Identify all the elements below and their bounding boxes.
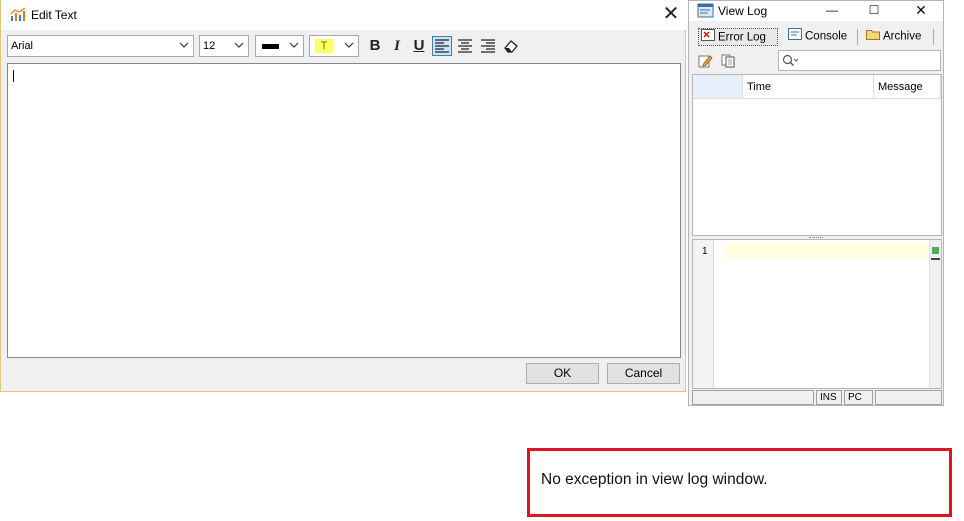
font-family-select[interactable]: Arial [7, 35, 194, 57]
tab-divider [857, 29, 858, 45]
annotation-callout: No exception in view log window. [527, 448, 952, 517]
align-center-button[interactable] [455, 36, 475, 56]
folder-icon [866, 28, 880, 45]
text-caret [13, 70, 14, 82]
chevron-down-icon [344, 42, 354, 48]
align-right-button[interactable] [478, 36, 498, 56]
status-ins: INS [816, 390, 842, 405]
status-extra-cell [875, 390, 942, 405]
maximize-icon[interactable]: ☐ [860, 1, 888, 19]
font-family-value: Arial [11, 40, 34, 52]
tab-console-label: Console [805, 30, 848, 43]
minimize-icon[interactable]: — [818, 1, 846, 19]
current-line-highlight [726, 243, 928, 258]
eraser-icon [503, 40, 518, 53]
align-center-icon [458, 39, 472, 53]
vertical-scrollbar[interactable] [929, 240, 941, 388]
tab-error-log-label: Error Log [718, 31, 766, 44]
column-header-message[interactable]: Message [874, 75, 941, 99]
view-log-title: View Log [718, 4, 768, 18]
text-color-select[interactable] [255, 35, 304, 57]
column-header-icon[interactable] [693, 75, 743, 99]
status-ok-indicator [932, 247, 939, 254]
line-number-gutter: 1 [693, 240, 714, 388]
console-icon [788, 28, 802, 45]
log-window-icon [697, 3, 714, 21]
log-detail-editor[interactable]: 1 [692, 239, 942, 389]
font-size-value: 12 [203, 40, 216, 52]
tab-archive[interactable]: Archive [866, 28, 928, 46]
chevron-down-icon [289, 42, 299, 48]
tab-divider [933, 29, 934, 45]
align-left-button[interactable] [432, 36, 452, 56]
search-icon [782, 54, 799, 70]
underline-button[interactable]: U [409, 36, 429, 56]
ok-button[interactable]: OK [526, 363, 599, 384]
bold-button[interactable]: B [365, 36, 385, 56]
column-header-time[interactable]: Time [743, 75, 874, 99]
highlight-swatch: T [315, 39, 333, 53]
edit-text-dialog: Edit Text ✕ Arial 12 T B I U OK Cancel [0, 0, 687, 392]
chevron-down-icon [234, 42, 244, 48]
chart-app-icon [10, 7, 27, 22]
chevron-down-icon [179, 42, 189, 48]
status-message-cell [692, 390, 814, 405]
status-pc: PC [844, 390, 873, 405]
line-number: 1 [702, 246, 708, 257]
copy-icon[interactable] [721, 54, 736, 71]
cancel-button[interactable]: Cancel [607, 363, 680, 384]
close-icon[interactable]: ✕ [907, 1, 935, 19]
align-right-icon [481, 39, 495, 53]
error-log-table[interactable]: Time Message [692, 74, 942, 236]
text-editor-area[interactable] [7, 63, 681, 358]
view-log-window: View Log — ☐ ✕ Error Log Console Archive… [688, 0, 944, 406]
align-left-icon [435, 39, 449, 53]
close-icon[interactable]: ✕ [659, 3, 683, 27]
edit-text-titlebar[interactable]: Edit Text ✕ [1, 0, 687, 30]
view-log-titlebar[interactable]: View Log — ☐ ✕ [689, 1, 943, 21]
tab-console[interactable]: Console [788, 28, 854, 46]
edit-note-icon[interactable] [698, 54, 713, 71]
caret-position-marker [931, 258, 940, 260]
highlight-color-select[interactable]: T [309, 35, 359, 57]
error-log-icon [701, 29, 715, 46]
clear-format-button[interactable] [500, 36, 520, 56]
tab-error-log[interactable]: Error Log [698, 28, 778, 46]
italic-button[interactable]: I [387, 36, 407, 56]
log-search-input[interactable] [778, 50, 941, 71]
font-size-select[interactable]: 12 [199, 35, 249, 57]
edit-text-title: Edit Text [31, 8, 77, 22]
annotation-text: No exception in view log window. [541, 471, 768, 488]
text-color-swatch [262, 44, 279, 49]
log-status-bar: INS PC [692, 390, 942, 405]
tab-archive-label: Archive [883, 30, 922, 43]
